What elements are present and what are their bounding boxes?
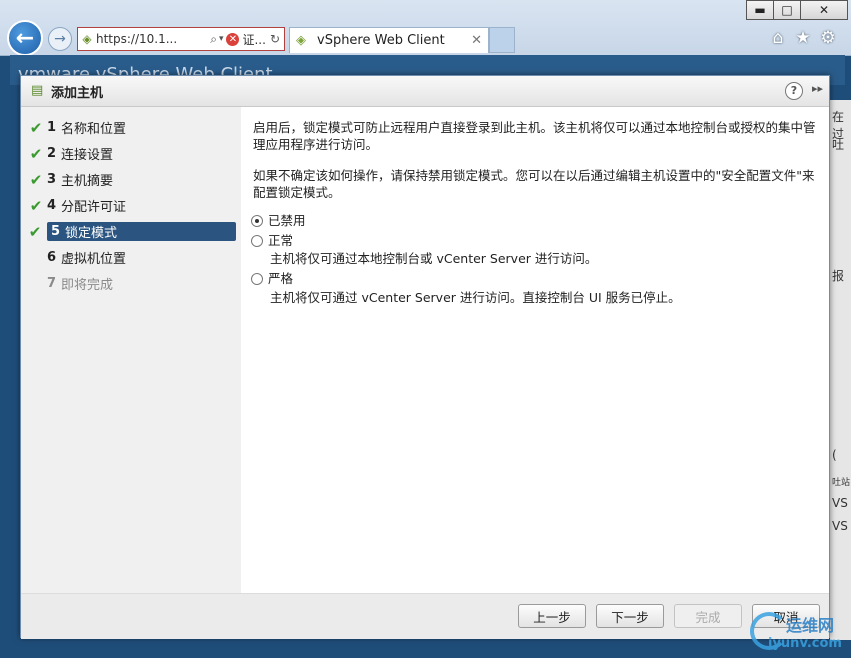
radio-normal[interactable]: 正常 [251, 232, 293, 249]
browser-chrome: ▬ □ ✕ ← → ◈ https://10.1... ⌕ ▾ ✕ 证... ↻… [0, 0, 851, 56]
add-host-icon: ▤ [31, 83, 44, 98]
certificate-error-icon[interactable]: ✕ [226, 32, 240, 46]
radio-strict[interactable]: 严格 [251, 270, 293, 287]
address-url[interactable]: https://10.1... [96, 32, 208, 46]
step-label: 分配许可证 [61, 200, 127, 215]
watermark-logo: 运维网 iyunv.com [748, 610, 848, 656]
back-step-button[interactable]: 上一步 [518, 604, 586, 628]
help-icon[interactable]: ? [785, 82, 803, 100]
watermark-text: 运维网 [786, 616, 835, 635]
step-ready-to-complete: 7 即将完成 [25, 274, 237, 293]
dropdown-icon[interactable]: ▾ [219, 34, 224, 44]
step-label: 锁定模式 [65, 226, 118, 241]
minimize-button[interactable]: ▬ [746, 0, 774, 20]
hint-text: 如果不确定该如何操作，请保持禁用锁定模式。您可以在以后通过编辑主机设置中的"安全… [253, 168, 815, 200]
step-number: 6 [47, 250, 57, 265]
checkmark-icon: ✔ [29, 144, 43, 163]
maximize-button[interactable]: □ [773, 0, 801, 20]
radio-label[interactable]: 正常 [268, 232, 293, 249]
step-label: 主机摘要 [61, 174, 114, 189]
bg-fragment: 报 [832, 269, 845, 283]
step-name-location[interactable]: ✔ 1 名称和位置 [25, 118, 237, 138]
wizard-steps: ✔ 1 名称和位置 ✔ 2 连接设置 ✔ 3 主机摘要 ✔ 4 分配许可证 ✔ … [21, 107, 241, 593]
expand-icon[interactable]: ▸▸ [812, 82, 823, 95]
description-text: 启用后，锁定模式可防止远程用户直接登录到此主机。该主机将仅可以通过本地控制台或授… [253, 120, 816, 152]
home-icon[interactable]: ⌂ [768, 28, 788, 48]
dialog-footer: 上一步 下一步 完成 取消 [21, 593, 829, 639]
browser-tab[interactable]: ◈ vSphere Web Client ✕ [289, 27, 489, 53]
certificate-error-text[interactable]: 证... [242, 31, 265, 48]
dialog-title-bar: ▤ 添加主机 ? ▸▸ [21, 76, 829, 107]
checkmark-icon: ✔ [29, 118, 43, 137]
step-lockdown-mode-active[interactable]: 5 锁定模式 [47, 222, 236, 241]
next-step-button[interactable]: 下一步 [596, 604, 664, 628]
site-favicon-icon: ◈ [82, 32, 92, 46]
strict-description: 主机将仅可通过 vCenter Server 进行访问。直接控制台 UI 服务已… [270, 290, 681, 305]
radio-unchecked-icon[interactable] [251, 234, 263, 247]
radio-checked-icon[interactable] [251, 214, 263, 227]
add-host-dialog: ▤ 添加主机 ? ▸▸ ✔ 1 名称和位置 ✔ 2 连接设置 ✔ 3 主机摘要 … [20, 75, 830, 639]
arrow-right-icon: → [54, 31, 66, 47]
bg-fragment: 吐站 [832, 478, 851, 488]
step-number: 4 [47, 198, 57, 213]
finish-button: 完成 [674, 604, 742, 628]
step-number: 2 [47, 146, 57, 161]
checkmark-icon: ✔ [29, 196, 43, 215]
step-number: 3 [47, 172, 57, 187]
bg-fragment: ( [832, 448, 837, 462]
bg-fragment: 吐 [832, 138, 845, 152]
step-number: 1 [47, 120, 57, 135]
background-panel: 在过 吐 报 ( 吐站 VS VS [830, 100, 851, 640]
watermark-domain: iyunv.com [768, 636, 842, 651]
checkmark-icon: ✔ [29, 170, 43, 189]
radio-disabled[interactable]: 已禁用 [251, 212, 306, 229]
close-tab-icon[interactable]: ✕ [471, 33, 482, 48]
arrow-left-icon: ← [15, 25, 35, 51]
step-label: 即将完成 [61, 278, 114, 293]
dialog-title: 添加主机 [51, 85, 104, 101]
bg-fragment: VS [832, 519, 848, 533]
forward-button[interactable]: → [48, 27, 72, 51]
vsphere-favicon-icon: ◈ [296, 32, 306, 48]
gear-icon[interactable]: ⚙ [818, 28, 838, 48]
close-window-button[interactable]: ✕ [800, 0, 848, 20]
refresh-icon[interactable]: ↻ [270, 32, 280, 46]
step-assign-license[interactable]: ✔ 4 分配许可证 [25, 196, 237, 216]
step-vm-location[interactable]: 6 虚拟机位置 [25, 248, 237, 267]
tab-title: vSphere Web Client [317, 33, 445, 48]
back-button[interactable]: ← [7, 20, 43, 56]
step-connection-settings[interactable]: ✔ 2 连接设置 [25, 144, 237, 164]
bg-fragment: VS [832, 496, 848, 510]
new-tab-button[interactable] [489, 27, 515, 53]
step-label: 连接设置 [61, 148, 114, 163]
checkmark-icon: ✔ [28, 222, 42, 241]
step-number: 7 [47, 276, 57, 291]
address-bar[interactable]: ◈ https://10.1... ⌕ ▾ ✕ 证... ↻ [77, 27, 285, 51]
radio-label[interactable]: 严格 [268, 270, 293, 287]
search-icon[interactable]: ⌕ [210, 32, 217, 47]
lockdown-content: 启用后，锁定模式可防止远程用户直接登录到此主机。该主机将仅可以通过本地控制台或授… [251, 119, 823, 305]
step-label: 虚拟机位置 [61, 252, 127, 267]
step-host-summary[interactable]: ✔ 3 主机摘要 [25, 170, 237, 190]
normal-description: 主机将仅可通过本地控制台或 vCenter Server 进行访问。 [270, 251, 598, 266]
step-number: 5 [51, 224, 61, 239]
radio-unchecked-icon[interactable] [251, 272, 263, 285]
radio-label[interactable]: 已禁用 [268, 212, 306, 229]
favorites-star-icon[interactable]: ★ [793, 28, 813, 48]
step-label: 名称和位置 [61, 122, 127, 137]
